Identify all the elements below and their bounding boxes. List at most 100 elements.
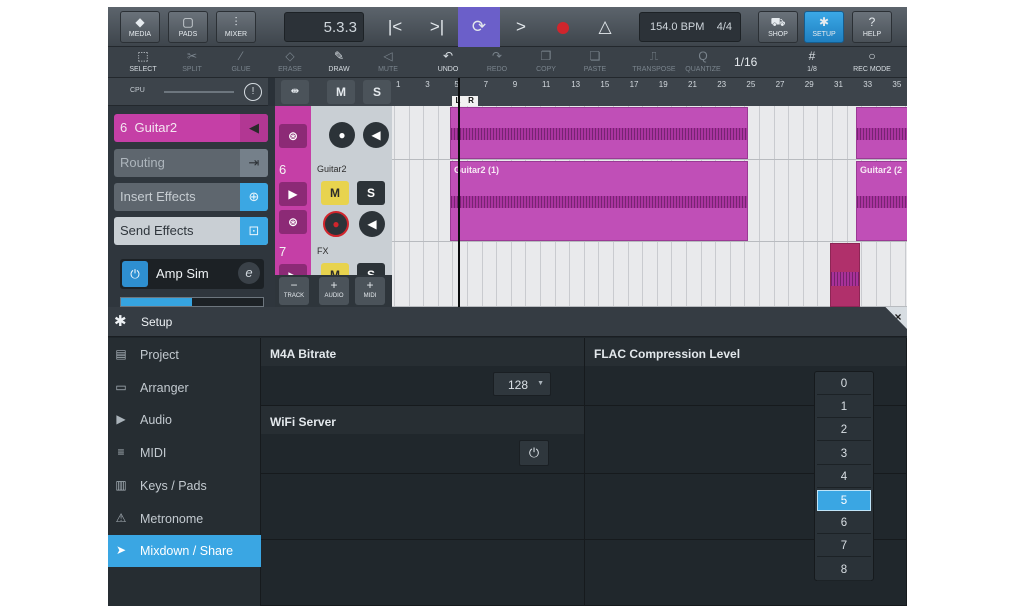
skip-forward-button[interactable]: >| bbox=[416, 7, 458, 47]
loop-right-marker[interactable]: R bbox=[464, 96, 478, 106]
insert-effects-button[interactable]: Insert Effects ⊕ bbox=[114, 183, 268, 211]
track-header-6[interactable]: 6 Guitar2 ▶ ⊛ M S ● ◀ bbox=[275, 160, 392, 242]
draw-tool[interactable]: ✎ DRAW bbox=[315, 47, 363, 78]
rewind-to-start-button[interactable]: |< bbox=[374, 7, 416, 47]
add-audio-button[interactable]: + AUDIO bbox=[319, 277, 349, 305]
power-icon[interactable]: ⏻ bbox=[122, 261, 148, 287]
setup-nav: ▤ Project ▭ Arranger ▶ Audio ≡ MIDI ▥ Keys / Pads… bbox=[108, 338, 261, 606]
flac-option[interactable]: 0 bbox=[817, 374, 871, 395]
mute-button[interactable]: M bbox=[321, 181, 349, 205]
transpose-button[interactable]: ⎍ TRANSPOSE bbox=[630, 47, 678, 78]
plus-icon: + bbox=[330, 278, 338, 292]
undo-button[interactable]: ↶ UNDO bbox=[424, 47, 472, 78]
global-mute-button[interactable]: M bbox=[327, 80, 355, 104]
arrange-view[interactable]: 1 3 5 7 9 11 13 15 17 19 21 23 25 27 29 31 33 35 Guitar2 … bbox=[392, 78, 907, 307]
flac-option[interactable]: 3 bbox=[817, 444, 871, 465]
media-button[interactable]: ◆ MEDIA bbox=[120, 11, 160, 43]
copy-button[interactable]: ❐ COPY bbox=[522, 47, 570, 78]
position-display[interactable]: 5.3.3 bbox=[284, 12, 364, 42]
speaker-icon[interactable]: ◀ bbox=[359, 211, 385, 237]
inspector-track-name[interactable]: 6 Guitar2 ◀ bbox=[114, 114, 268, 142]
flac-option[interactable]: 4 bbox=[817, 467, 871, 488]
waveform bbox=[857, 196, 907, 208]
amp-sim-slot[interactable]: ⏻ Amp Sim e bbox=[120, 259, 264, 289]
mute-tool[interactable]: ◁ MUTE bbox=[364, 47, 412, 78]
m4a-bitrate-select[interactable]: 128 ▼ bbox=[493, 372, 551, 396]
loop-icon: ⟳ bbox=[471, 17, 487, 36]
erase-tool[interactable]: ◇ ERASE bbox=[266, 47, 314, 78]
tempo-display[interactable]: 154.0 BPM 4/4 bbox=[639, 12, 741, 42]
mixer-button[interactable]: ⫶ MIXER bbox=[216, 11, 256, 43]
edit-icon[interactable]: e bbox=[238, 262, 260, 284]
select-tool[interactable]: ⬚ SELECT bbox=[119, 47, 167, 78]
record-arm-icon[interactable]: ● bbox=[323, 211, 349, 237]
add-audio-label: AUDIO bbox=[324, 293, 344, 299]
metronome-button[interactable]: △ bbox=[584, 7, 626, 47]
add-midi-button[interactable]: + MIDI bbox=[355, 277, 385, 305]
help-button[interactable]: ? HELP bbox=[852, 11, 892, 43]
redo-button[interactable]: ↷ REDO bbox=[473, 47, 521, 78]
flac-option[interactable]: 2 bbox=[817, 420, 871, 442]
glue-tool[interactable]: ⁄ GLUE bbox=[217, 47, 265, 78]
monitor-icon[interactable]: ⊛ bbox=[279, 210, 307, 234]
setup-panel: ✱ Setup × ▤ Project ▭ Arranger ▶ Audio ≡ MIDI ▥ K… bbox=[108, 307, 907, 606]
routing-button[interactable]: Routing ⇥ bbox=[114, 149, 268, 177]
setup-button[interactable]: ✱ SETUP bbox=[804, 11, 844, 43]
close-icon: × bbox=[894, 310, 902, 324]
audio-clip-guitar2-1[interactable]: Guitar2 (1) bbox=[450, 161, 748, 241]
nav-item-audio[interactable]: ▶ Audio bbox=[108, 404, 261, 436]
solo-button[interactable]: S bbox=[357, 181, 385, 205]
redo-label: REDO bbox=[486, 66, 508, 73]
split-tool[interactable]: ✂ SPLIT bbox=[168, 47, 216, 78]
flac-option[interactable]: 5 bbox=[817, 490, 871, 511]
nav-item-project[interactable]: ▤ Project bbox=[108, 339, 261, 371]
clock-icon[interactable]: ! bbox=[244, 83, 262, 101]
flac-option[interactable]: 1 bbox=[817, 397, 871, 419]
app-window: ◆ MEDIA ▢ PADS ⫶ MIXER 5.3.3 |< >| ⟳ > △… bbox=[108, 7, 907, 606]
nav-item-arranger[interactable]: ▭ Arranger bbox=[108, 372, 261, 404]
loop-button[interactable]: ⟳ bbox=[458, 7, 500, 47]
nav-item-keys-pads[interactable]: ▥ Keys / Pads bbox=[108, 470, 261, 502]
gear-icon: ✱ bbox=[818, 15, 830, 29]
ruler-tick: 7 bbox=[483, 80, 489, 89]
monitor-icon[interactable]: ⊛ bbox=[279, 124, 307, 148]
record-button[interactable] bbox=[542, 7, 584, 47]
paste-button[interactable]: ❏ PASTE bbox=[571, 47, 619, 78]
level-meter-fill bbox=[121, 298, 192, 306]
fit-icon[interactable]: ⇹ bbox=[281, 80, 309, 104]
power-icon: ⏻ bbox=[528, 445, 540, 460]
collapse-arrow-icon[interactable]: ◀ bbox=[240, 114, 268, 142]
flac-level-dropdown[interactable]: 012345678 bbox=[814, 371, 874, 581]
transpose-label: TRANSPOSE bbox=[632, 66, 676, 73]
grid-button[interactable]: #1/8 bbox=[788, 47, 836, 78]
audio-clip-guitar2-2[interactable]: Guitar2 (2 bbox=[856, 161, 907, 241]
nav-item-midi[interactable]: ≡ MIDI bbox=[108, 437, 261, 469]
fx-clip[interactable] bbox=[830, 243, 860, 307]
playhead[interactable] bbox=[458, 78, 460, 307]
flac-option[interactable]: 7 bbox=[817, 536, 871, 558]
send-effects-button[interactable]: Send Effects ⊡ bbox=[114, 217, 268, 245]
audio-clip[interactable] bbox=[856, 107, 907, 159]
flac-option[interactable]: 8 bbox=[817, 560, 871, 581]
play-button[interactable]: > bbox=[500, 7, 542, 47]
track-header-5[interactable]: ⊛ ● ◀ bbox=[275, 106, 392, 160]
mute-label: MUTE bbox=[378, 66, 398, 73]
pads-button[interactable]: ▢ PADS bbox=[168, 11, 208, 43]
rec-mode-button[interactable]: ○ REC MODE bbox=[848, 47, 896, 78]
quantize-value[interactable]: 1/16 bbox=[734, 47, 770, 78]
shop-button[interactable]: ⛟ SHOP bbox=[758, 11, 798, 43]
remove-track-button[interactable]: − TRACK bbox=[279, 277, 309, 305]
quantize-button[interactable]: Q QUANTIZE bbox=[679, 47, 727, 78]
close-setup-button[interactable]: × bbox=[885, 307, 907, 329]
nav-item-metronome[interactable]: ⚠ Metronome bbox=[108, 503, 261, 535]
speaker-icon[interactable]: ◀ bbox=[363, 122, 389, 148]
wifi-power-button[interactable]: ⏻ bbox=[519, 440, 549, 466]
flac-option[interactable]: 6 bbox=[817, 513, 871, 535]
transpose-icon: ⎍ bbox=[649, 49, 659, 63]
global-solo-button[interactable]: S bbox=[363, 80, 391, 104]
help-label: HELP bbox=[862, 31, 882, 38]
nav-item-mixdown-share[interactable]: ➤ Mixdown / Share bbox=[108, 535, 261, 568]
record-arm-icon[interactable]: ● bbox=[329, 122, 355, 148]
audio-clip[interactable] bbox=[450, 107, 748, 159]
play-icon[interactable]: ▶ bbox=[279, 182, 307, 206]
